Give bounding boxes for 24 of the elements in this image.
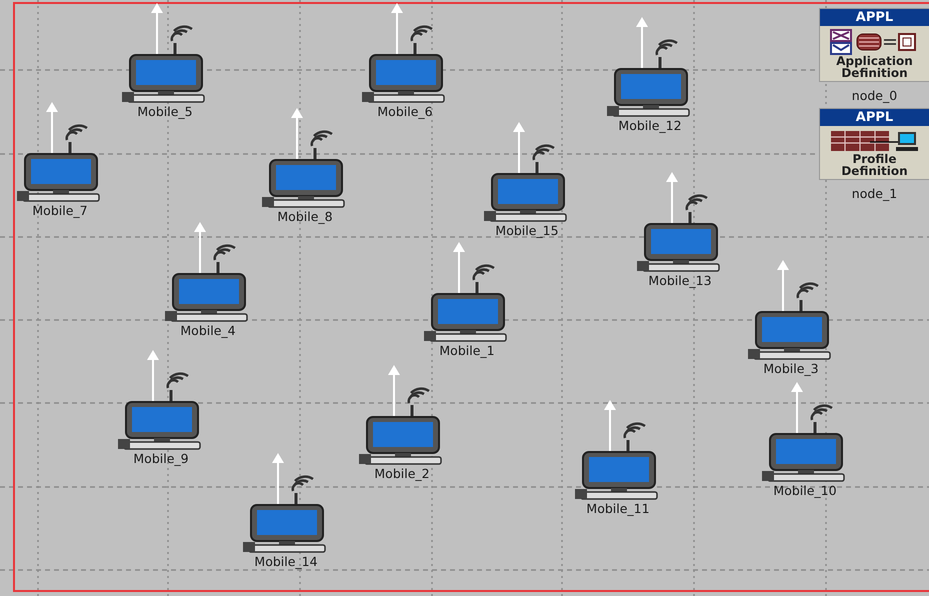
node-label: Mobile_7 — [32, 204, 88, 218]
config-node[interactable]: APPL Application Definition — [819, 8, 929, 82]
node-label: Mobile_14 — [254, 555, 318, 569]
profile-config-icon — [830, 129, 920, 153]
node-label: node_0 — [852, 88, 898, 103]
node-type-label: APPL — [820, 109, 929, 126]
node-label: Mobile_6 — [377, 105, 433, 119]
node-label: Mobile_12 — [618, 119, 682, 133]
config-node[interactable]: APPL Profile Definition — [819, 108, 929, 180]
node-label: Mobile_11 — [586, 502, 650, 516]
node-title: Profile Definition — [840, 153, 909, 177]
node-title: Application Definition — [835, 55, 914, 79]
node-label: Mobile_2 — [374, 467, 430, 481]
node-label: Mobile_4 — [180, 324, 236, 338]
node-label: Mobile_5 — [137, 105, 193, 119]
node-label: Mobile_3 — [763, 362, 819, 376]
node-label: Mobile_13 — [648, 274, 712, 288]
node-label: Mobile_8 — [277, 210, 333, 224]
node-type-label: APPL — [820, 9, 929, 26]
node-label: Mobile_10 — [773, 484, 837, 498]
node-label: Mobile_1 — [439, 344, 495, 358]
node-label: Mobile_15 — [495, 224, 559, 238]
node-label: node_1 — [852, 186, 898, 201]
node-label: Mobile_9 — [133, 452, 189, 466]
